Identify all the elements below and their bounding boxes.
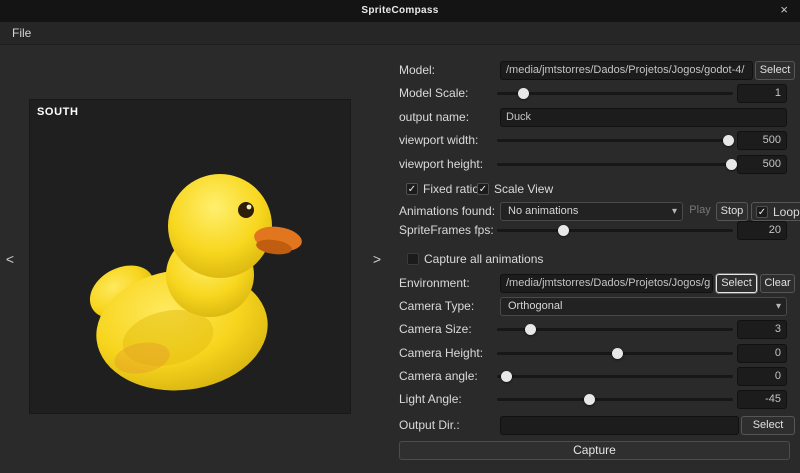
animations-selected: No animations: [508, 205, 579, 217]
output-dir-label: Output Dir.:: [399, 418, 460, 432]
slider-handle[interactable]: [501, 371, 513, 382]
capture-all-checkbox[interactable]: Capture all animations: [407, 251, 543, 267]
camera-size-label: Camera Size:: [399, 322, 472, 336]
animations-dropdown[interactable]: No animations ▾: [500, 202, 683, 221]
slider-handle[interactable]: [612, 348, 624, 359]
capture-all-label: Capture all animations: [424, 252, 544, 266]
fps-slider[interactable]: [497, 221, 733, 240]
output-dir-field[interactable]: [500, 416, 739, 435]
scale-view-label: Scale View: [494, 182, 554, 196]
capture-button[interactable]: Capture: [399, 441, 790, 460]
model-path-field[interactable]: /media/jmtstorres/Dados/Projetos/Jogos/g…: [500, 61, 753, 80]
output-name-field[interactable]: Duck: [500, 108, 787, 127]
slider-track: [497, 92, 733, 95]
model-select-button[interactable]: Select: [755, 61, 795, 80]
camera-angle-slider[interactable]: [497, 367, 733, 386]
slider-handle[interactable]: [525, 324, 537, 335]
slider-track: [497, 229, 733, 232]
chevron-down-icon: ▾: [775, 301, 781, 312]
stop-button[interactable]: Stop: [716, 202, 748, 221]
light-angle-value[interactable]: -45: [737, 390, 787, 409]
camera-size-value[interactable]: 3: [737, 320, 787, 339]
camera-angle-value[interactable]: 0: [737, 367, 787, 386]
rotate-right-arrow[interactable]: >: [370, 251, 384, 267]
slider-handle[interactable]: [584, 394, 596, 405]
checkbox-checked-icon[interactable]: ✓: [406, 183, 418, 195]
chevron-down-icon: ▾: [671, 206, 677, 217]
slider-track: [497, 375, 733, 378]
loop-label: Loop: [773, 204, 800, 219]
camera-size-slider[interactable]: [497, 320, 733, 339]
close-icon[interactable]: ×: [780, 3, 788, 17]
camera-angle-label: Camera angle:: [399, 369, 478, 383]
slider-track: [497, 163, 733, 166]
camera-height-slider[interactable]: [497, 344, 733, 363]
duck-model-render: [89, 174, 302, 391]
viewport-height-value[interactable]: 500: [737, 155, 787, 174]
camera-height-value[interactable]: 0: [737, 344, 787, 363]
rotate-left-arrow[interactable]: <: [3, 251, 17, 267]
fps-value[interactable]: 20: [737, 221, 787, 240]
slider-track: [497, 398, 733, 401]
checkbox-unchecked-icon[interactable]: [407, 253, 419, 265]
window-title: SpriteCompass: [361, 5, 439, 16]
slider-handle[interactable]: [517, 88, 529, 99]
environment-path-field[interactable]: /media/jmtstorres/Dados/Projetos/Jogos/g: [500, 274, 713, 293]
checkbox-checked-icon[interactable]: ✓: [756, 205, 768, 218]
light-angle-label: Light Angle:: [399, 392, 462, 406]
output-name-label: output name:: [399, 110, 470, 124]
menu-file[interactable]: File: [8, 26, 35, 40]
scale-view-checkbox[interactable]: ✓ Scale View: [477, 181, 553, 197]
menu-bar: File: [0, 22, 800, 45]
title-bar: SpriteCompass ×: [0, 0, 800, 22]
slider-track: [497, 139, 733, 142]
fixed-ratio-checkbox[interactable]: ✓ Fixed ratio: [406, 181, 479, 197]
camera-type-dropdown[interactable]: Orthogonal ▾: [500, 297, 787, 316]
fixed-ratio-label: Fixed ratio: [423, 182, 480, 196]
camera-type-selected: Orthogonal: [508, 300, 563, 312]
slider-handle[interactable]: [558, 225, 570, 236]
viewport-height-slider[interactable]: [497, 155, 737, 174]
model-viewport: SOUTH: [30, 100, 350, 413]
viewport-width-label: viewport width:: [399, 133, 479, 147]
loop-checkbox[interactable]: ✓ Loop: [751, 202, 800, 221]
environment-label: Environment:: [399, 276, 470, 290]
environment-select-button[interactable]: Select: [716, 274, 757, 293]
viewport-width-slider[interactable]: [497, 131, 735, 150]
model-scale-value[interactable]: 1: [737, 84, 787, 103]
camera-height-label: Camera Height:: [399, 346, 484, 360]
direction-label: SOUTH: [37, 106, 79, 118]
model-scale-slider[interactable]: [497, 84, 733, 103]
output-dir-select-button[interactable]: Select: [741, 416, 795, 435]
environment-clear-button[interactable]: Clear: [760, 274, 795, 293]
slider-handle[interactable]: [725, 159, 737, 170]
checkbox-checked-icon[interactable]: ✓: [477, 183, 489, 195]
viewport-width-value[interactable]: 500: [737, 131, 787, 150]
light-angle-slider[interactable]: [497, 390, 733, 409]
model-label: Model:: [399, 63, 436, 77]
play-button[interactable]: Play: [686, 202, 714, 221]
slider-handle[interactable]: [723, 135, 735, 146]
model-scale-label: Model Scale:: [399, 86, 469, 100]
camera-type-label: Camera Type:: [399, 299, 475, 313]
animations-found-label: Animations found:: [399, 204, 496, 218]
viewport-height-label: viewport height:: [399, 157, 484, 171]
spriteframes-fps-label: SpriteFrames fps:: [399, 223, 494, 237]
